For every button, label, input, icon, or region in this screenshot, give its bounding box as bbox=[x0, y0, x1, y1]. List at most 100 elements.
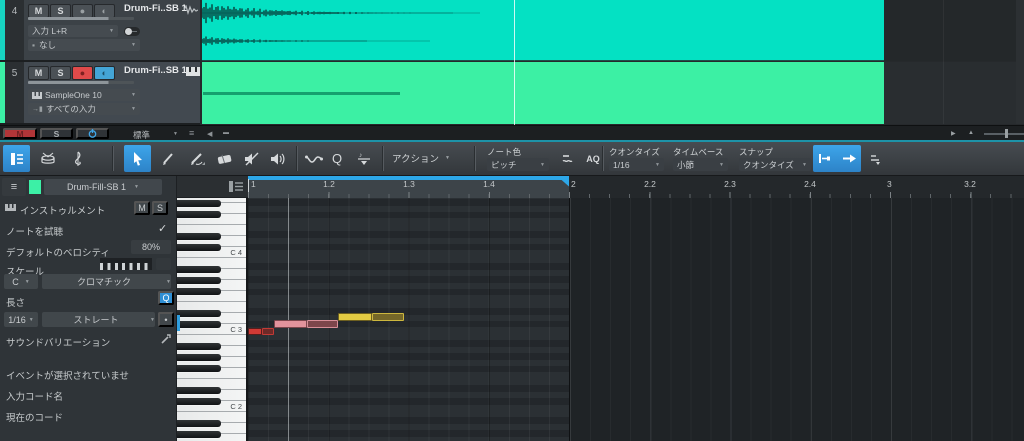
list-icon[interactable]: ≡ bbox=[189, 128, 194, 138]
sub-select[interactable]: ▪ なし▼ bbox=[28, 39, 140, 51]
check-icon[interactable]: ✓ bbox=[158, 222, 167, 235]
black-key[interactable] bbox=[177, 420, 221, 427]
master-mute-button[interactable]: M bbox=[3, 128, 37, 139]
midi-input-icon: →▮ bbox=[32, 105, 43, 113]
length-mode-select[interactable]: ストレート▼ bbox=[42, 312, 155, 327]
move-to-start-button[interactable] bbox=[813, 145, 837, 172]
zoom-slider-track[interactable] bbox=[984, 133, 1024, 135]
black-key[interactable] bbox=[177, 343, 221, 350]
inspector-menu-button[interactable]: ≡ bbox=[2, 178, 26, 196]
black-key[interactable] bbox=[177, 288, 221, 295]
record-arm-button[interactable]: ● bbox=[72, 66, 93, 80]
arrange-empty-bottom bbox=[884, 62, 1024, 124]
midi-note-c3[interactable] bbox=[248, 328, 262, 336]
velocity-panel-button[interactable] bbox=[864, 145, 886, 172]
midi-note-d3[interactable] bbox=[372, 313, 404, 321]
strum-button[interactable]: ♪ bbox=[350, 145, 377, 172]
minimize-icon[interactable]: ▬ bbox=[223, 130, 229, 136]
midi-clip-track5[interactable] bbox=[202, 62, 884, 124]
black-key[interactable] bbox=[177, 233, 221, 240]
wrench-icon[interactable] bbox=[160, 334, 171, 345]
action-menu[interactable]: アクション ▼ bbox=[392, 151, 450, 165]
black-key[interactable] bbox=[177, 387, 221, 394]
black-key[interactable] bbox=[177, 431, 221, 438]
midi-note-cs3[interactable] bbox=[307, 320, 338, 328]
score-view-button[interactable] bbox=[64, 145, 91, 172]
mute-button[interactable]: M bbox=[28, 66, 49, 80]
input-toggle[interactable] bbox=[124, 27, 140, 36]
black-key[interactable] bbox=[177, 200, 221, 207]
follow-playhead-button[interactable] bbox=[837, 145, 861, 172]
black-key[interactable] bbox=[177, 398, 221, 405]
eraser-tool-button[interactable] bbox=[211, 145, 238, 172]
track-name[interactable]: Drum-Fi..SB 1 bbox=[124, 3, 187, 14]
track-name[interactable]: Drum-Fi..SB 1 bbox=[124, 65, 187, 76]
input-select[interactable]: 入力 L+R▼ bbox=[28, 25, 118, 37]
midi-note-d3[interactable] bbox=[338, 313, 372, 321]
mute-tool-button[interactable] bbox=[238, 145, 265, 172]
piano-roll-grid[interactable] bbox=[248, 198, 1024, 441]
timeline-ruler[interactable]: 11.21.31.422.22.32.433.2 bbox=[248, 176, 1024, 198]
length-division-select[interactable]: 1/16▼ bbox=[4, 312, 38, 327]
scale-extra-button[interactable] bbox=[156, 258, 171, 270]
quantize-select[interactable]: 1/16▼ bbox=[609, 158, 664, 171]
power-button[interactable] bbox=[76, 128, 109, 139]
no-event-label: イベントが選択されていませ bbox=[6, 368, 129, 382]
midi-note-cs3[interactable] bbox=[274, 320, 307, 328]
master-solo-button[interactable]: S bbox=[40, 128, 73, 139]
solo-button[interactable]: S bbox=[50, 66, 71, 80]
midi-input-select[interactable]: →▮ すべての入力▼ bbox=[28, 103, 140, 115]
black-key[interactable] bbox=[177, 365, 221, 372]
macro-quantize-button[interactable]: Q bbox=[326, 145, 348, 172]
piano-view-button[interactable] bbox=[3, 145, 30, 172]
collapse-left-icon[interactable]: ◀ bbox=[207, 130, 212, 138]
pitch-levels-button[interactable] bbox=[556, 145, 580, 172]
midi-note-c3[interactable] bbox=[262, 328, 275, 336]
arrange-playhead[interactable] bbox=[514, 0, 515, 125]
volume-bar[interactable] bbox=[28, 17, 134, 20]
lanes-icon[interactable] bbox=[229, 181, 243, 192]
arrange-vertical-scrollbar[interactable] bbox=[1016, 0, 1024, 124]
black-key[interactable] bbox=[177, 321, 221, 328]
clip-title-select[interactable]: Drum-Fill-SB 1 ▼ bbox=[44, 179, 162, 195]
velocity-value-field[interactable]: 80% bbox=[131, 240, 171, 254]
black-key[interactable] bbox=[177, 277, 221, 284]
up-zoom-icon[interactable]: ▲ bbox=[968, 130, 974, 136]
black-key[interactable] bbox=[177, 266, 221, 273]
track-header-5[interactable]: 5 M S ● ◐ Drum-Fi..SB 1 SampleOne 10▼ bbox=[0, 62, 200, 125]
paint-tool-button[interactable] bbox=[183, 145, 210, 172]
instrument-select[interactable]: SampleOne 10▼ bbox=[28, 89, 140, 101]
monitor-button[interactable]: ◐ bbox=[94, 4, 115, 18]
solo-button[interactable]: S bbox=[50, 4, 71, 18]
black-key[interactable] bbox=[177, 244, 221, 251]
listen-tool-button[interactable] bbox=[265, 145, 292, 172]
black-key[interactable] bbox=[177, 354, 221, 361]
scale-type-select[interactable]: クロマチック▼ bbox=[42, 274, 171, 289]
transform-button[interactable] bbox=[300, 145, 327, 172]
drum-view-button[interactable] bbox=[34, 145, 61, 172]
piano-keys[interactable]: C 4C 3C 2 bbox=[177, 198, 248, 441]
instrument-mute-button[interactable]: M bbox=[134, 201, 150, 215]
pencil-tool-button[interactable] bbox=[154, 145, 181, 172]
black-key[interactable] bbox=[177, 310, 221, 317]
volume-bar[interactable] bbox=[28, 81, 134, 84]
zoom-slider-handle[interactable] bbox=[1005, 129, 1008, 138]
mute-button[interactable]: M bbox=[28, 4, 49, 18]
scale-keyboard-widget[interactable] bbox=[100, 258, 152, 270]
length-quantize-button[interactable]: Q bbox=[158, 291, 174, 305]
play-zoom-icon[interactable]: ▶ bbox=[951, 130, 956, 137]
editor-toolbar: Q ♪ アクション ▼ ノート色 ピッチ▼ AQ クオンタイズ bbox=[0, 142, 1024, 176]
arrow-tool-button[interactable] bbox=[124, 145, 151, 172]
monitor-button[interactable]: ◐ bbox=[94, 66, 115, 80]
note-color-select[interactable]: ピッチ▼ bbox=[487, 158, 549, 171]
record-arm-button[interactable]: ● bbox=[72, 4, 93, 18]
scale-root-select[interactable]: C▼ bbox=[4, 274, 38, 289]
instrument-solo-button[interactable]: S bbox=[152, 201, 168, 215]
track-header-4[interactable]: 4 M S ● ◐ Drum-Fi..SB 1 入力 L+R▼ ▪ なし▼ bbox=[0, 0, 200, 62]
snap-select[interactable]: クオンタイズ▼ bbox=[739, 158, 811, 171]
black-key[interactable] bbox=[177, 211, 221, 218]
chevron-down-icon[interactable]: ▼ bbox=[173, 131, 178, 137]
audio-clip-track4[interactable] bbox=[202, 0, 884, 61]
dot-button[interactable]: • bbox=[158, 312, 174, 327]
timebase-select[interactable]: 小節▼ bbox=[673, 158, 728, 171]
